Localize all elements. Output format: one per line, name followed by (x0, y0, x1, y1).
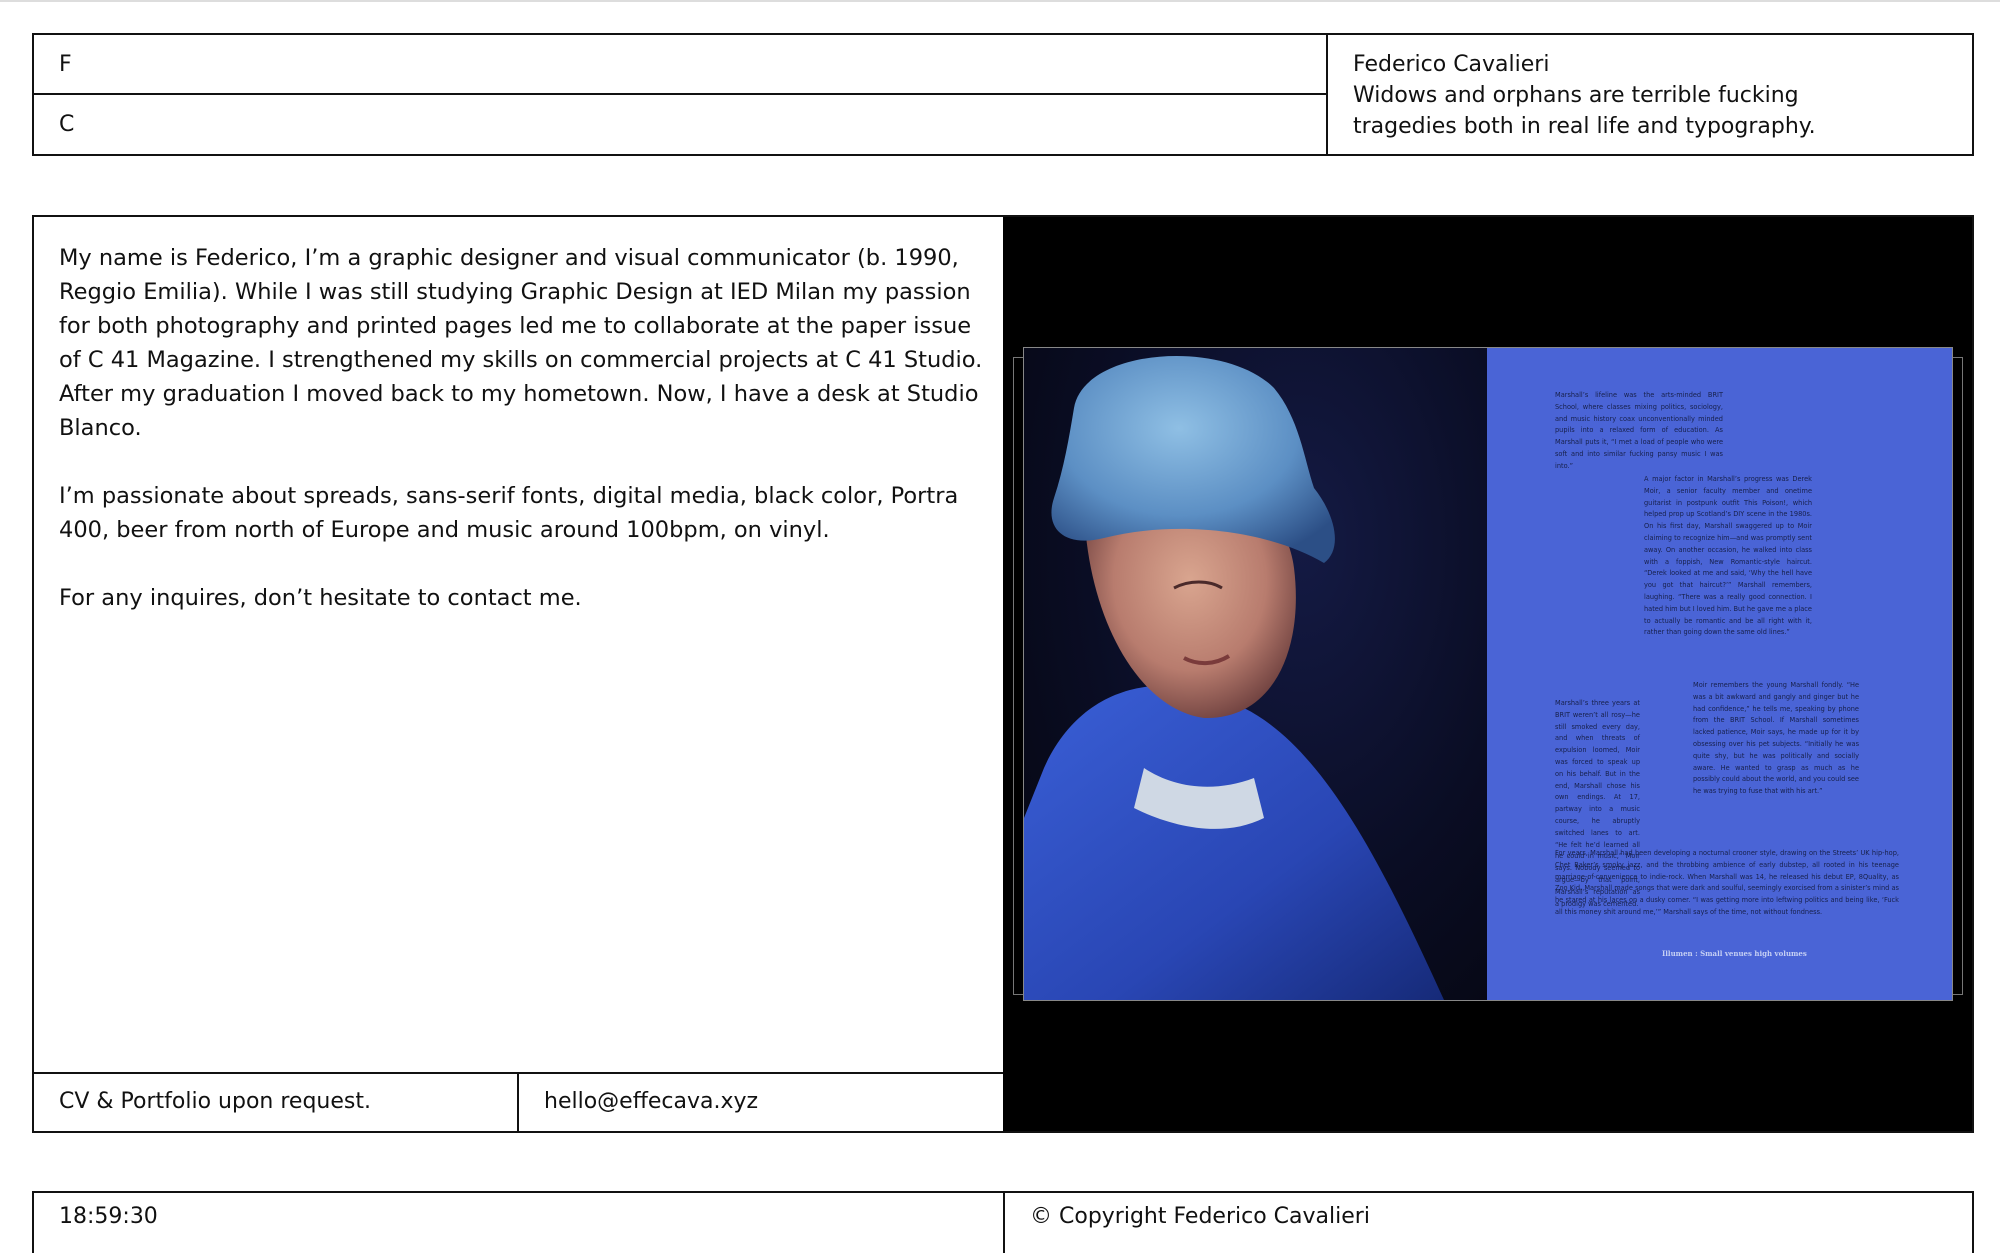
spread-frame (1023, 347, 1953, 1001)
about-paragraph: I’m passionate about spreads, sans-serif… (59, 483, 959, 543)
header-info: Federico Cavalieri Widows and orphans ar… (1326, 35, 1972, 154)
site-header: F C Federico Cavalieri Widows and orphan… (32, 33, 1974, 156)
main-section: My name is Federico, I’m a graphic desig… (32, 215, 1974, 1133)
copyright-notice: © Copyright Federico Cavalieri (1003, 1193, 1972, 1253)
magazine-spread: Marshall’s lifeline was the arts-minded … (1013, 347, 1963, 1001)
email-link[interactable]: hello@effecava.xyz (519, 1072, 1003, 1131)
about-text: My name is Federico, I’m a graphic desig… (34, 217, 1003, 1072)
top-divider (0, 0, 2000, 2)
about-paragraph: My name is Federico, I’m a graphic desig… (59, 245, 983, 441)
logo-initial-f[interactable]: F (34, 35, 1326, 95)
about-paragraph: For any inquires, don’t hesitate to cont… (59, 585, 582, 611)
site-footer: 18:59:30 © Copyright Federico Cavalieri (32, 1191, 1974, 1253)
portfolio-image: Marshall’s lifeline was the arts-minded … (1003, 217, 1972, 1131)
logo-initial-c[interactable]: C (34, 95, 1326, 154)
clock-time: 18:59:30 (59, 1204, 158, 1229)
site-owner-name: Federico Cavalieri (1353, 52, 1550, 77)
header-quote: Widows and orphans are terrible fucking … (1353, 83, 1816, 139)
cv-portfolio-note: CV & Portfolio upon request. (34, 1072, 519, 1131)
page-edge-right (1952, 357, 1963, 995)
